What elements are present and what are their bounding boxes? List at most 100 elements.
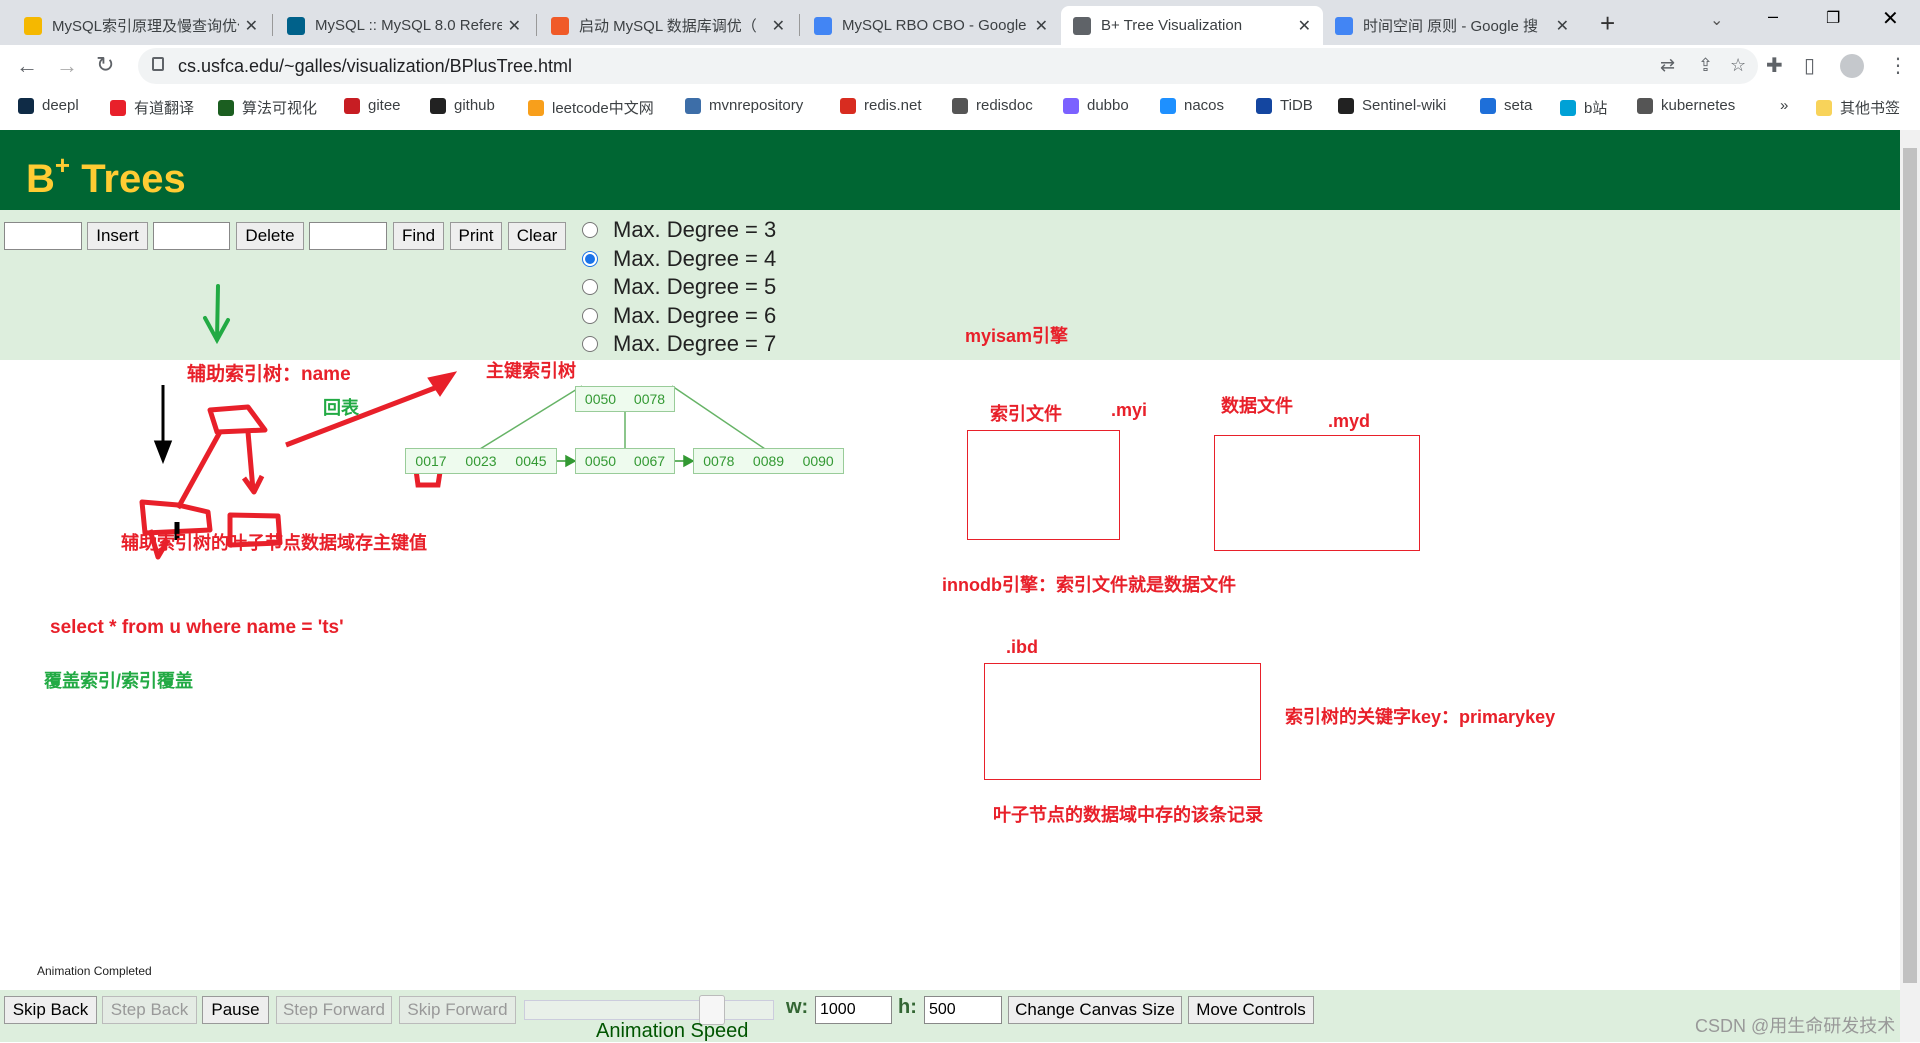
canvas-width-input[interactable]: 1000 (815, 996, 892, 1024)
skip-back-button[interactable]: Skip Back (4, 996, 97, 1024)
status-text: Animation Completed (37, 964, 152, 978)
bookmark-icon (840, 97, 856, 114)
bookmark-label: 有道翻译 (134, 100, 195, 117)
other-bookmarks-folder[interactable]: 其他书签 (1816, 97, 1900, 118)
scrollbar-thumb[interactable] (1903, 148, 1917, 983)
bookmark-icon (1063, 97, 1079, 114)
myi-label: .myi (1111, 400, 1148, 420)
browser-tab[interactable]: MySQL RBO CBO - Google ✕ (802, 6, 1060, 45)
bookmark-icon (685, 97, 701, 114)
bookmark-icon (528, 99, 544, 116)
restore-button[interactable]: ❐ (1826, 8, 1840, 28)
page-header: B+ Trees (0, 130, 1900, 210)
myisam-label: myisam引擎 (965, 326, 1069, 346)
step-forward-button[interactable]: Step Forward (276, 996, 392, 1024)
more-bookmarks-button[interactable]: » (1780, 97, 1788, 114)
change-canvas-size-button[interactable]: Change Canvas Size (1008, 996, 1182, 1024)
bookmark-item[interactable]: leetcode中文网 (528, 97, 654, 118)
close-tab-icon[interactable]: ✕ (508, 16, 521, 36)
other-bookmarks-label: 其他书签 (1840, 100, 1901, 117)
close-tab-icon[interactable]: ✕ (1298, 16, 1311, 36)
browser-tab[interactable]: 启动 MySQL 数据库调优（ ✕ (539, 6, 797, 45)
leaf-note-label: 辅助索引树的叶子节点数据域存主键值 (121, 533, 427, 553)
bookmark-item[interactable]: 有道翻译 (110, 97, 194, 118)
bookmark-item[interactable]: seta (1480, 97, 1532, 114)
bookmark-item[interactable]: mvnrepository (685, 97, 803, 114)
menu-icon[interactable]: ⋮ (1888, 53, 1908, 78)
close-tab-icon[interactable]: ✕ (1035, 16, 1048, 36)
new-tab-button[interactable]: + (1600, 8, 1615, 39)
bookmark-item[interactable]: kubernetes (1637, 97, 1735, 114)
tab-title: MySQL RBO CBO - Google (842, 17, 1027, 34)
bookmark-label: kubernetes (1661, 97, 1736, 114)
profile-avatar[interactable] (1840, 54, 1864, 78)
browser-tab[interactable]: MySQL :: MySQL 8.0 Reference ✕ (275, 6, 533, 45)
bookmark-icon (952, 97, 968, 114)
bookmark-item[interactable]: gitee (344, 97, 401, 114)
bookmark-item[interactable]: deepl (18, 97, 79, 114)
bookmark-icon (1338, 97, 1354, 114)
canvas-height-input[interactable]: 500 (924, 996, 1002, 1024)
mysql-icon (287, 16, 305, 35)
tree-key: 0050 (584, 453, 617, 469)
tree-key: 0078 (633, 391, 666, 407)
back-icon[interactable]: ← (16, 53, 38, 79)
skip-forward-button[interactable]: Skip Forward (399, 996, 516, 1024)
secondary-index-label: 辅助索引树：name (187, 364, 351, 385)
tab-title: MySQL :: MySQL 8.0 Reference (315, 17, 502, 34)
bookmark-label: 算法可视化 (242, 100, 318, 117)
tab-separator (272, 14, 273, 36)
green-down-arrow (203, 284, 230, 345)
vertical-scrollbar[interactable] (1900, 130, 1920, 1042)
animation-speed-slider[interactable] (524, 995, 774, 1025)
bookmark-label: nacos (1184, 97, 1225, 114)
tree-root-node: 0050 0078 (575, 386, 675, 412)
close-window-button[interactable]: ✕ (1882, 6, 1899, 31)
browser-tab[interactable]: B+ Tree Visualization ✕ (1061, 6, 1323, 45)
bookmark-icon (1560, 99, 1576, 116)
bookmark-item[interactable]: nacos (1160, 97, 1224, 114)
close-tab-icon[interactable]: ✕ (245, 16, 258, 36)
share-icon[interactable]: ⇪ (1698, 55, 1713, 76)
bookmark-item[interactable]: dubbo (1063, 97, 1129, 114)
bookmark-item[interactable]: github (430, 97, 495, 114)
tree-key: 0089 (752, 453, 785, 469)
bookmark-label: deepl (42, 97, 79, 114)
tree-key: 0045 (515, 453, 547, 469)
bookmark-icon (18, 97, 34, 114)
extensions-icon[interactable]: ✚ (1766, 53, 1783, 78)
step-back-button[interactable]: Step Back (102, 996, 197, 1024)
index-file-box (967, 430, 1120, 540)
move-controls-button[interactable]: Move Controls (1188, 996, 1314, 1024)
tab-strip: MySQL索引原理及慢查询优化 ✕ MySQL :: MySQL 8.0 Refer… (0, 0, 1920, 45)
close-tab-icon[interactable]: ✕ (772, 16, 785, 36)
bookmark-item[interactable]: redisdoc (952, 97, 1033, 114)
csdn-icon (24, 16, 42, 35)
reload-icon[interactable]: ↻ (96, 52, 114, 78)
page-title: B+ Trees (26, 150, 186, 201)
browser-tab[interactable]: 时间空间 原则 - Google 搜 ✕ (1323, 6, 1581, 45)
url-text[interactable]: cs.usfca.edu/~galles/visualization/BPlus… (178, 48, 572, 84)
pause-button[interactable]: Pause (202, 996, 269, 1024)
annotation-drawings (139, 284, 766, 560)
bookmark-item[interactable]: TiDB (1256, 97, 1313, 114)
bookmark-label: Sentinel-wiki (1362, 97, 1447, 114)
bookmark-label: dubbo (1087, 97, 1129, 114)
star-icon[interactable]: ☆ (1730, 55, 1746, 76)
bookmark-item[interactable]: 算法可视化 (218, 97, 317, 118)
forward-icon[interactable]: → (56, 53, 78, 79)
minimize-button[interactable]: – (1768, 6, 1778, 27)
browser-tab[interactable]: MySQL索引原理及慢查询优化 ✕ (12, 6, 270, 45)
bookmark-item[interactable]: redis.net (840, 97, 922, 114)
tab-search-icon[interactable]: ⌄ (1710, 10, 1723, 30)
bookmark-icon (430, 97, 446, 114)
google-icon (1335, 16, 1353, 35)
bookmark-item[interactable]: b站 (1560, 97, 1607, 118)
close-tab-icon[interactable]: ✕ (1556, 16, 1569, 36)
tab-separator (536, 14, 537, 36)
bookmark-item[interactable]: Sentinel-wiki (1338, 97, 1446, 114)
side-panel-icon[interactable]: ▯ (1804, 53, 1815, 78)
sql-label: select * from u where name = 'ts' (50, 617, 344, 638)
translate-icon[interactable]: ⇄ (1660, 55, 1675, 76)
bookmarks-bar: deepl 有道翻译 算法可视化 gitee github leetcode中文网 mvnr… (0, 87, 1920, 130)
